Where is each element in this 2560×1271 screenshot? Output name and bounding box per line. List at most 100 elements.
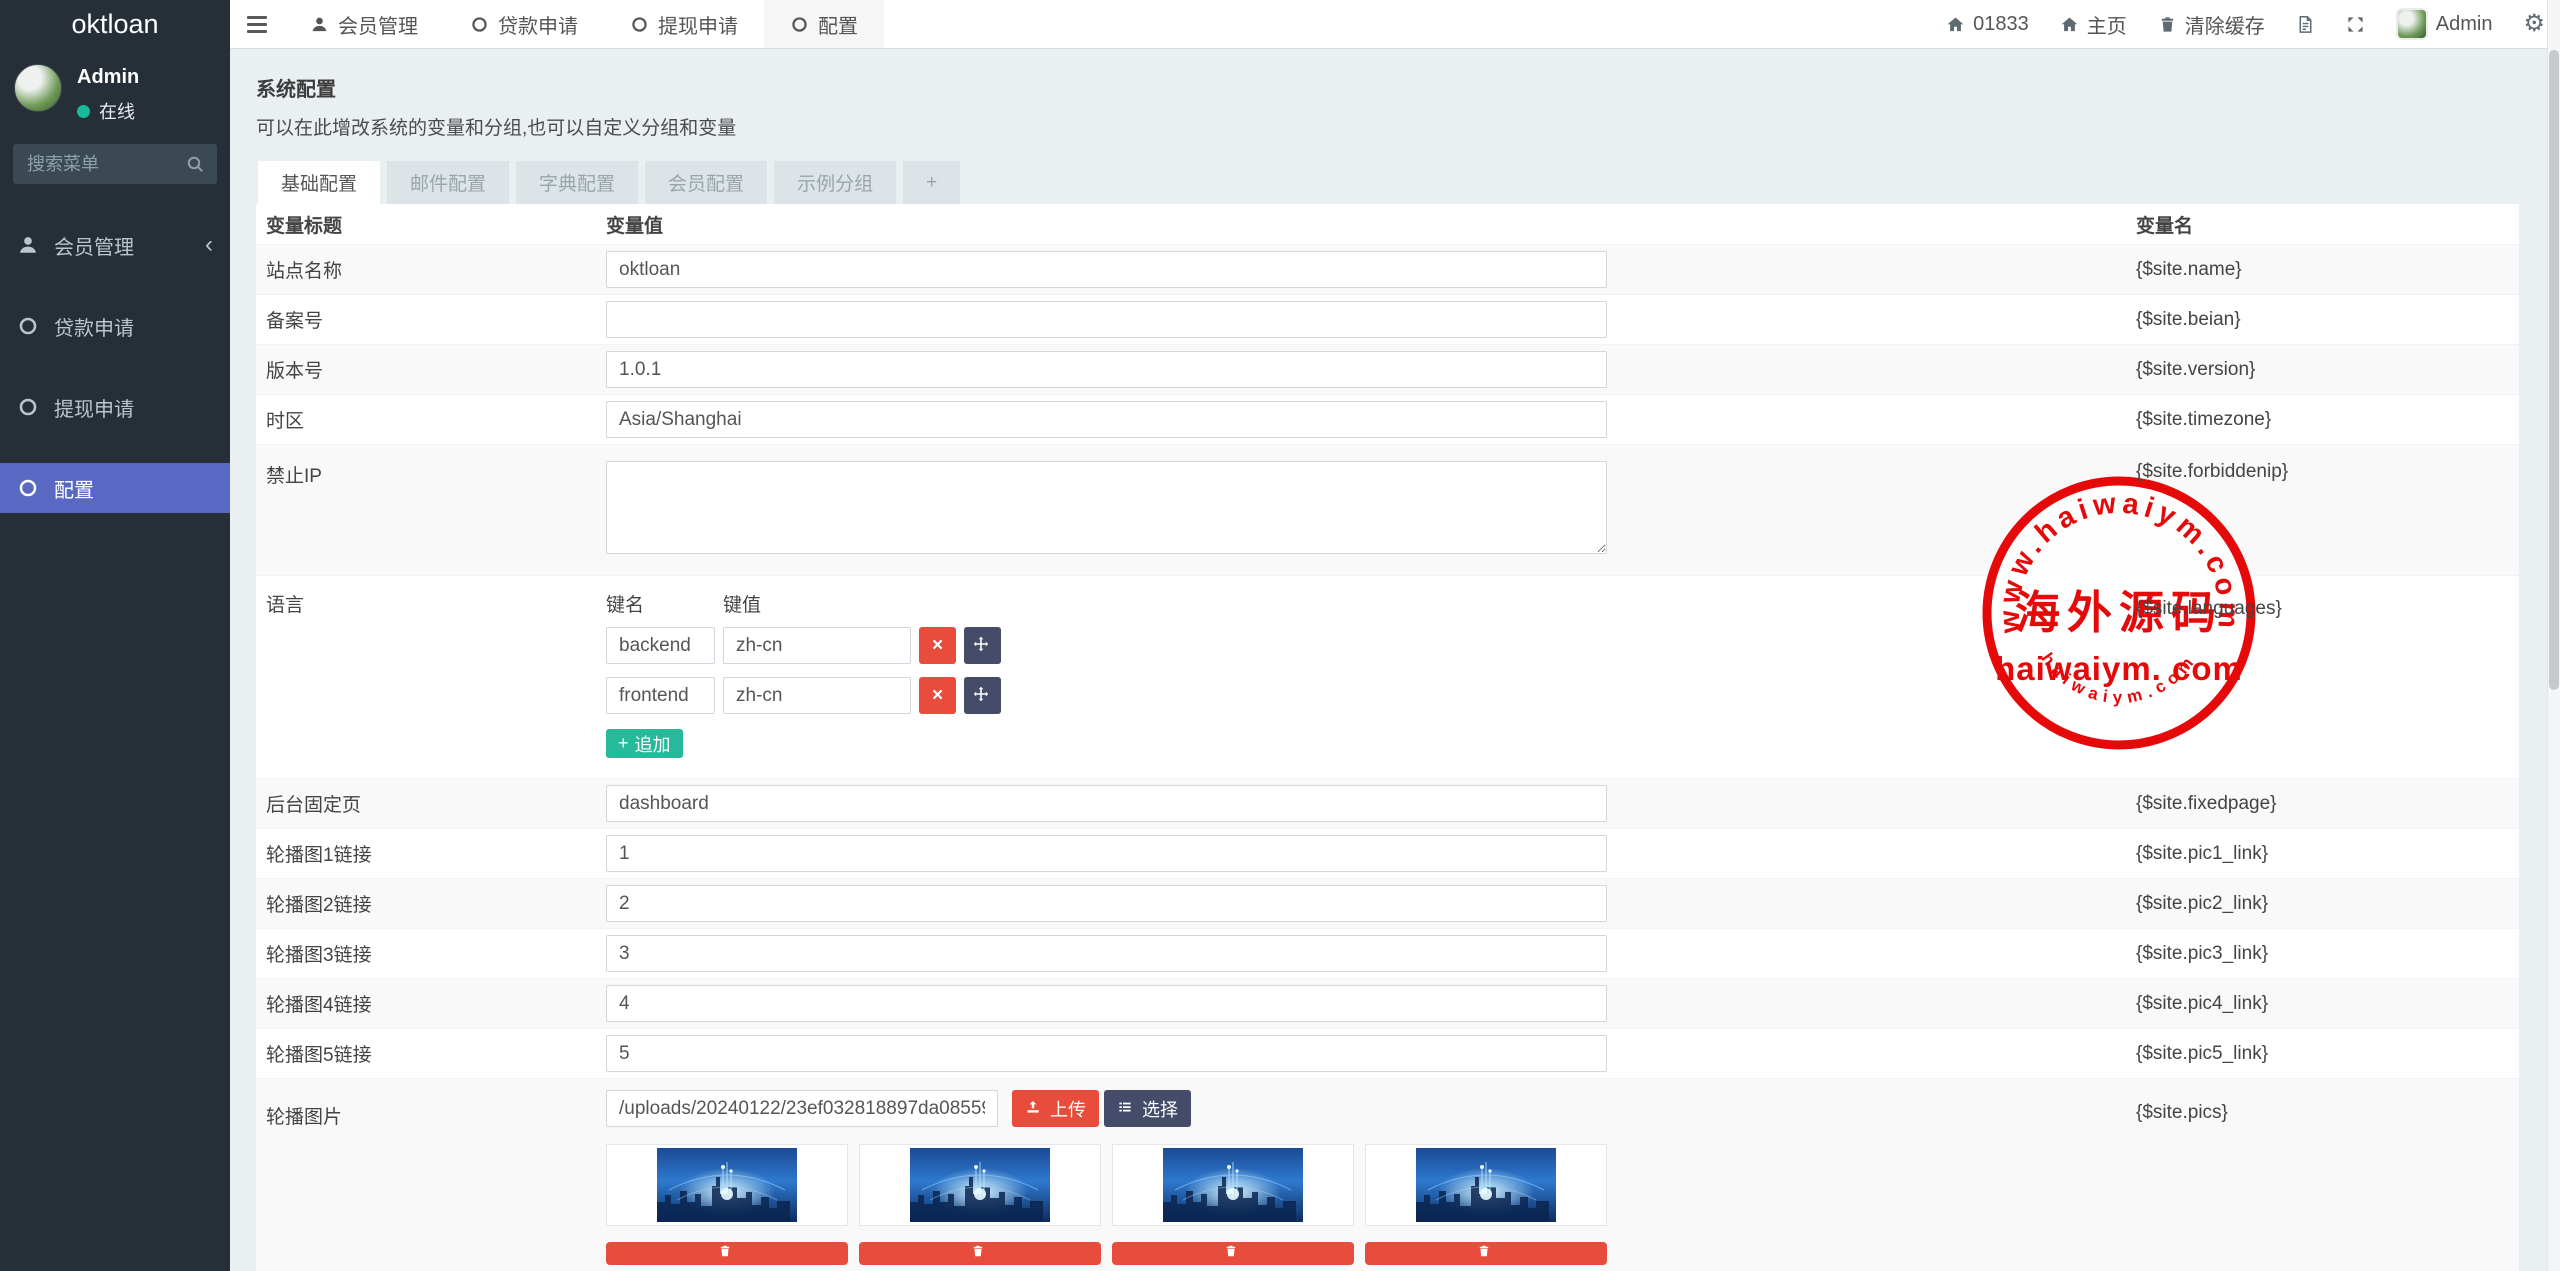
main-content: 系统配置 可以在此增改系统的变量和分组,也可以自定义分组和变量 基础配置 邮件配… xyxy=(230,49,2560,1271)
config-group-tab-1[interactable]: 基础配置 xyxy=(258,161,381,204)
sidebar-item-3[interactable]: 提现申请 xyxy=(0,382,230,432)
add-group-tab[interactable]: + xyxy=(903,161,961,204)
config-value-input[interactable] xyxy=(606,785,1607,822)
carousel-image-preview[interactable] xyxy=(859,1144,1101,1226)
row-label: 站点名称 xyxy=(266,261,343,282)
delete-pair-button[interactable]: × xyxy=(919,677,956,714)
config-value-input[interactable] xyxy=(606,885,1607,922)
navbar-tab[interactable]: 会员管理 xyxy=(284,0,444,48)
row-label: 轮播图5链接 xyxy=(266,1045,372,1066)
user-avatar[interactable] xyxy=(14,64,62,112)
trash-icon xyxy=(1477,1244,1496,1263)
online-status-icon xyxy=(77,104,90,118)
carousel-image-preview[interactable] xyxy=(1365,1144,1607,1226)
language-pair-row: × xyxy=(606,627,2136,664)
delete-image-button[interactable] xyxy=(1112,1242,1354,1265)
config-value-input[interactable] xyxy=(606,1035,1607,1072)
carousel-image-preview[interactable] xyxy=(606,1144,848,1226)
move-pair-button[interactable] xyxy=(964,627,1001,664)
fullscreen-icon xyxy=(2346,15,2365,34)
thumbnail-item xyxy=(1365,1144,1607,1265)
navbar-tab[interactable]: 配置 xyxy=(764,0,884,48)
config-group-tab-2[interactable]: 邮件配置 xyxy=(387,161,510,204)
sidebar-item-4[interactable]: 配置 xyxy=(0,463,230,513)
navbar-visits[interactable]: 01833 xyxy=(1946,13,2029,36)
navbar-user[interactable]: Admin xyxy=(2395,8,2492,40)
upload-button[interactable]: 上传 xyxy=(1012,1090,1099,1127)
config-value-textarea[interactable] xyxy=(606,461,1607,554)
row-varname: {$site.timezone} xyxy=(2136,408,2272,430)
navbar-home[interactable]: 主页 xyxy=(2060,10,2127,39)
table-row: 禁止IP {$site.forbiddenip} xyxy=(256,444,2519,575)
config-group-tab-4[interactable]: 会员配置 xyxy=(645,161,768,204)
home-icon xyxy=(2060,15,2079,34)
images-path-input[interactable] xyxy=(606,1090,998,1127)
circle-icon xyxy=(17,396,39,418)
pair-key-input[interactable] xyxy=(606,627,715,664)
navbar-tab[interactable]: 提现申请 xyxy=(604,0,764,48)
pair-key-input[interactable] xyxy=(606,677,715,714)
row-label: 轮播图1链接 xyxy=(266,845,372,866)
navbar-tab-label: 会员管理 xyxy=(338,15,418,38)
navbar-settings[interactable]: ⚙ xyxy=(2523,12,2545,36)
config-value-input[interactable] xyxy=(606,301,1607,338)
config-table-card: 变量标题 变量值 变量名 站点名称 {$site.name} 备案号 {$sit… xyxy=(256,204,2519,1271)
top-navbar: 会员管理 贷款申请 提现申请 配置 01833 主页 清除缓存 Admin ⚙ xyxy=(230,0,2560,49)
col-header-varname: 变量名 xyxy=(2136,215,2194,237)
append-pair-button[interactable]: + 追加 xyxy=(606,729,683,758)
delete-image-button[interactable] xyxy=(1365,1242,1607,1265)
config-group-tab-3[interactable]: 字典配置 xyxy=(516,161,639,204)
row-label: 禁止IP xyxy=(266,466,322,487)
user-status-label: 在线 xyxy=(99,102,135,122)
navbar-fullscreen[interactable] xyxy=(2346,15,2365,34)
table-body: 站点名称 {$site.name} 备案号 {$site.beian} 版本号 … xyxy=(256,244,2519,1271)
navbar-clear-cache[interactable]: 清除缓存 xyxy=(2158,10,2265,39)
sidebar-item-2[interactable]: 贷款申请 xyxy=(0,301,230,351)
row-label: 备案号 xyxy=(266,311,324,332)
table-row: 轮播图1链接 {$site.pic1_link} xyxy=(256,828,2519,878)
user-icon xyxy=(17,234,39,256)
navbar-tab-label: 配置 xyxy=(818,15,858,38)
config-value-input[interactable] xyxy=(606,251,1607,288)
move-icon xyxy=(973,636,992,655)
page-title: 系统配置 xyxy=(256,79,336,101)
sidebar-item-1[interactable]: 会员管理 ‹ xyxy=(0,220,230,270)
move-pair-button[interactable] xyxy=(964,677,1001,714)
kv-key-header: 键名 xyxy=(606,595,645,616)
row-varname: {$site.pic5_link} xyxy=(2136,1042,2269,1064)
menu-toggle-button[interactable] xyxy=(230,0,284,48)
row-varname: {$site.name} xyxy=(2136,258,2242,280)
pair-value-input[interactable] xyxy=(723,677,911,714)
navbar-avatar[interactable] xyxy=(2395,8,2428,40)
delete-image-button[interactable] xyxy=(606,1242,848,1265)
choose-button[interactable]: 选择 xyxy=(1104,1090,1191,1127)
navbar-log[interactable] xyxy=(2296,15,2315,34)
config-group-tab-5[interactable]: 示例分组 xyxy=(774,161,897,204)
navbar-tab[interactable]: 贷款申请 xyxy=(444,0,604,48)
user-name: Admin xyxy=(77,66,140,88)
config-value-input[interactable] xyxy=(606,935,1607,972)
pair-value-input[interactable] xyxy=(723,627,911,664)
table-row: 时区 {$site.timezone} xyxy=(256,394,2519,444)
config-group-tabs: 基础配置 邮件配置 字典配置 会员配置 示例分组 + xyxy=(258,161,2560,204)
delete-pair-button[interactable]: × xyxy=(919,627,956,664)
config-value-input[interactable] xyxy=(606,351,1607,388)
row-label: 语言 xyxy=(266,595,305,616)
row-label: 轮播图片 xyxy=(266,1107,343,1128)
home-icon xyxy=(1946,15,1965,34)
col-header-value: 变量值 xyxy=(606,215,664,237)
config-value-input[interactable] xyxy=(606,835,1607,872)
scrollbar-thumb[interactable] xyxy=(2549,50,2559,690)
trash-icon xyxy=(2158,15,2177,34)
config-value-input[interactable] xyxy=(606,985,1607,1022)
table-row: 轮播图5链接 {$site.pic5_link} xyxy=(256,1028,2519,1078)
navbar-action-label: 01833 xyxy=(1973,12,2029,35)
row-varname: {$site.version} xyxy=(2136,358,2256,380)
vertical-scrollbar[interactable] xyxy=(2547,0,2560,1271)
carousel-image-preview[interactable] xyxy=(1112,1144,1354,1226)
navbar-tabs: 会员管理 贷款申请 提现申请 配置 xyxy=(284,0,884,48)
table-row: 备案号 {$site.beian} xyxy=(256,294,2519,344)
config-value-input[interactable] xyxy=(606,401,1607,438)
thumbnail-item xyxy=(606,1144,848,1265)
delete-image-button[interactable] xyxy=(859,1242,1101,1265)
